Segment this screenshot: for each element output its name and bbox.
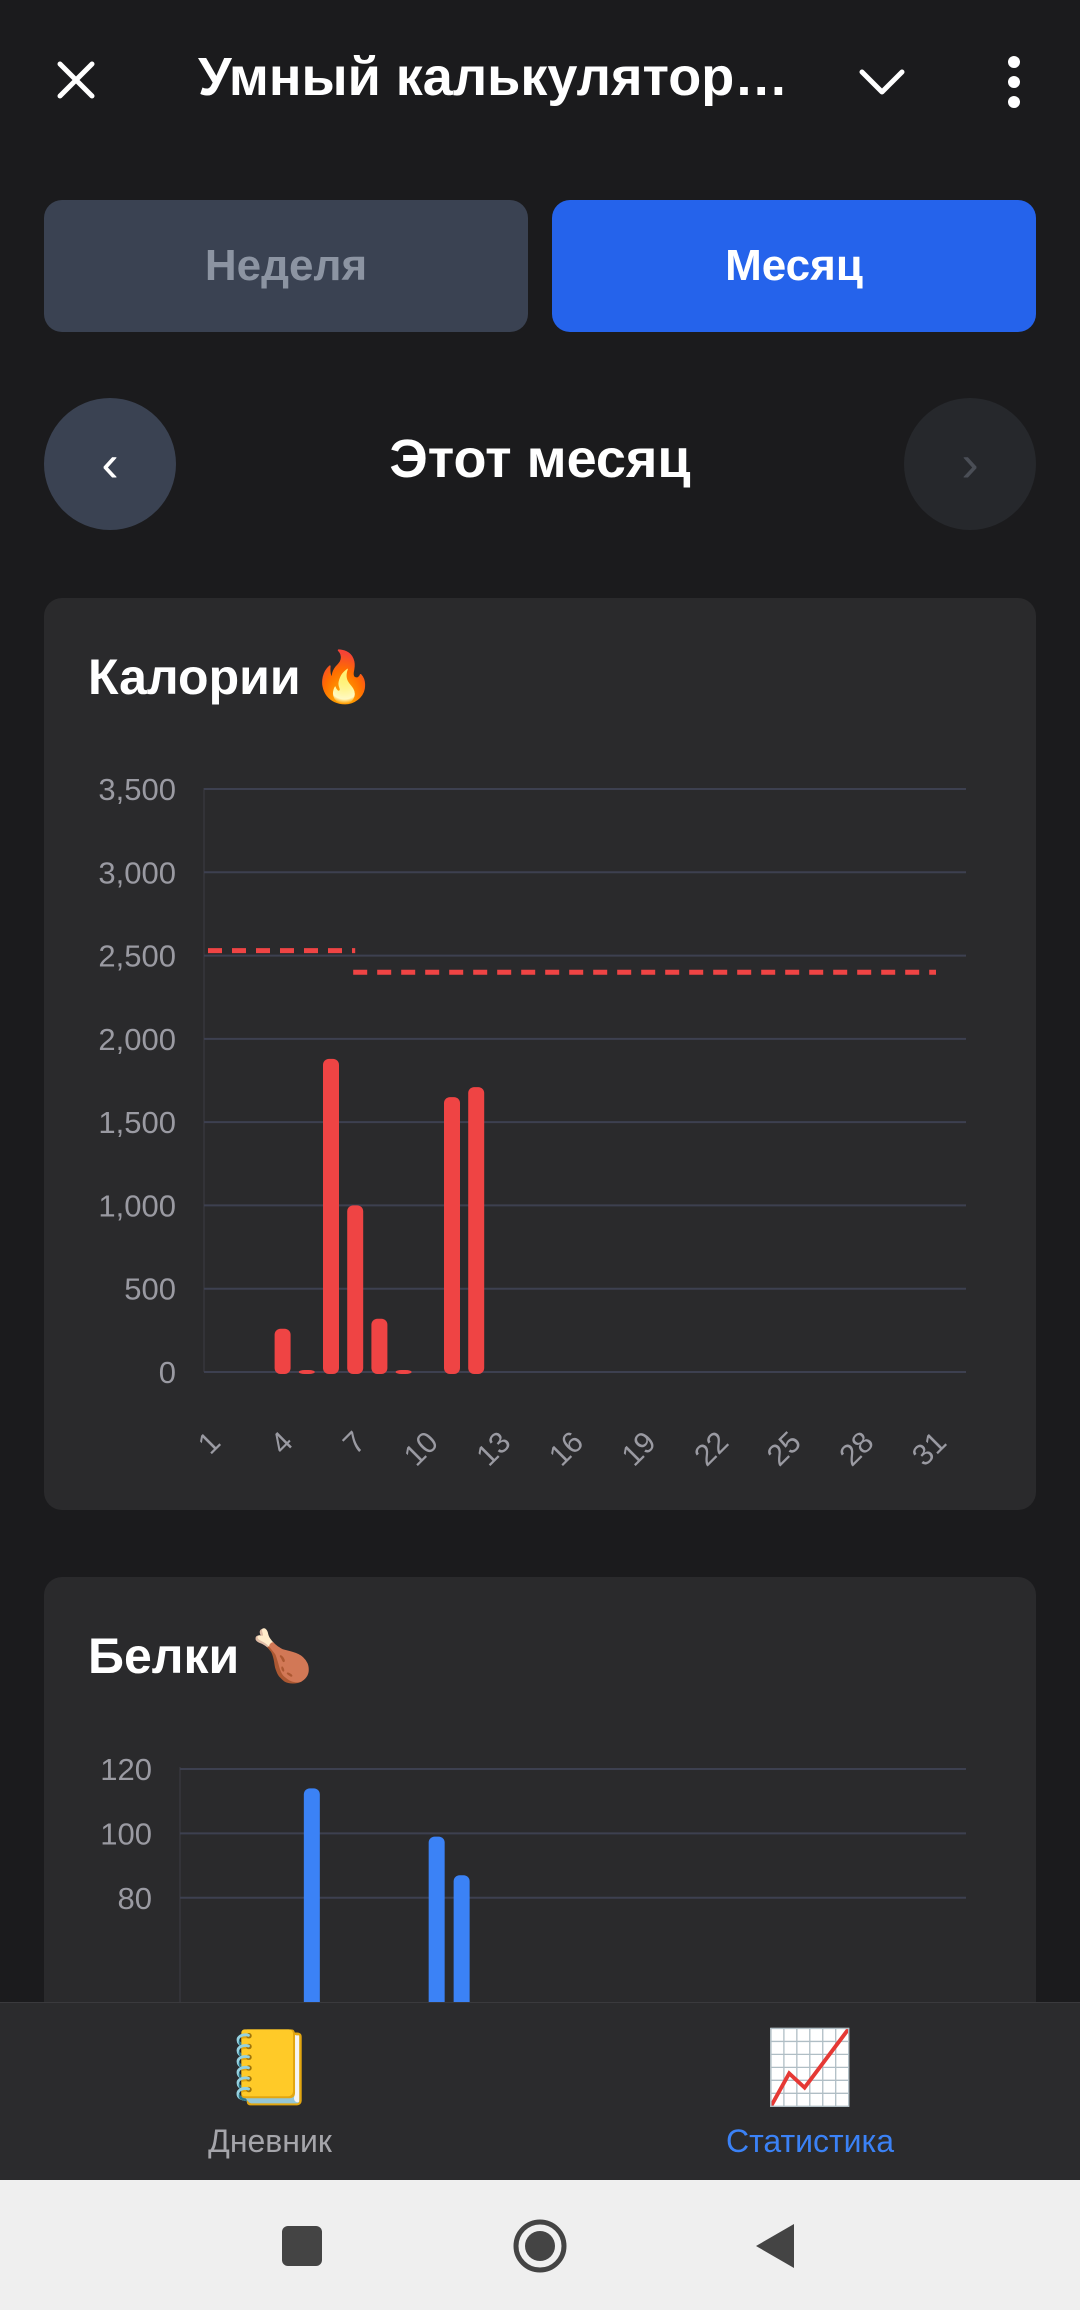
x-tick-label: 13 [470, 1426, 517, 1473]
y-tick-label: 120 [100, 1752, 152, 1787]
more-vertical-icon [1008, 56, 1020, 108]
app-title: Умный калькулятор… [198, 47, 789, 107]
y-tick-label: 3,500 [98, 772, 176, 807]
recents-button[interactable] [270, 2214, 334, 2278]
y-tick-label: 500 [124, 1272, 176, 1307]
bottom-navigation: 📒 Дневник 📈 Статистика [0, 2002, 1080, 2181]
x-tick-label: 10 [398, 1426, 445, 1473]
x-tick-label: 31 [906, 1426, 953, 1473]
tab-month[interactable]: Месяц [552, 200, 1036, 332]
notebook-icon: 📒 [225, 2028, 315, 2108]
y-tick-label: 1,500 [98, 1105, 176, 1140]
x-tick-label: 28 [833, 1426, 880, 1473]
triangle-back-icon [756, 2224, 794, 2268]
bar [298, 1370, 315, 1374]
protein-card: Белки 🍗 80 100 120 [44, 1577, 1036, 2037]
bar [323, 1058, 339, 1374]
x-tick-label: 25 [761, 1426, 808, 1473]
x-tick-label: 4 [264, 1426, 299, 1461]
x-tick-label: 22 [688, 1426, 735, 1473]
close-icon [57, 61, 95, 99]
period-label: Этот месяц [389, 429, 691, 489]
period-toggle: Неделя Месяц [44, 200, 1036, 332]
y-tick-label: 2,500 [98, 939, 176, 974]
x-tick-label: 19 [616, 1426, 663, 1473]
bar [444, 1097, 460, 1374]
more-options-button[interactable] [994, 50, 1034, 114]
chevron-down-icon [859, 69, 905, 95]
y-tick-label: 80 [118, 1881, 152, 1916]
y-tick-label: 0 [159, 1355, 176, 1390]
x-tick-label: 16 [543, 1426, 590, 1473]
x-tick-label: 1 [192, 1426, 227, 1461]
chart-increasing-icon: 📈 [765, 2028, 855, 2108]
top-app-bar: Умный калькулятор… [0, 0, 1080, 160]
nav-item-statistics[interactable]: 📈 Статистика [540, 2003, 1080, 2181]
bar [347, 1205, 364, 1374]
back-button[interactable] [744, 2214, 808, 2278]
protein-chart: 80 100 120 [100, 1752, 966, 2037]
calories-card: Калории 🔥 0 500 1,000 1,500 2,000 2,500 3,000 3,… [44, 598, 1036, 1510]
chevron-right-icon: › [961, 435, 979, 493]
nav-item-diary-label: Дневник [208, 2123, 332, 2159]
close-button[interactable] [44, 48, 108, 112]
bar [303, 1788, 320, 2037]
calories-chart: 0 500 1,000 1,500 2,000 2,500 3,000 3,500 1 4 7 10 1… [98, 772, 966, 1473]
bar [468, 1087, 485, 1374]
nav-item-statistics-label: Статистика [725, 2123, 895, 2159]
next-period-button[interactable]: › [904, 398, 1036, 530]
chevron-left-icon: ‹ [101, 435, 119, 493]
bar [371, 1318, 388, 1374]
tab-week[interactable]: Неделя [44, 200, 528, 332]
title-dropdown-button[interactable] [852, 52, 912, 112]
y-tick-label: 1,000 [98, 1188, 176, 1223]
circle-home-icon [513, 2219, 567, 2273]
bar [395, 1370, 412, 1374]
y-tick-label: 2,000 [98, 1022, 176, 1057]
y-tick-label: 100 [100, 1816, 152, 1851]
home-button[interactable] [508, 2214, 572, 2278]
nav-item-diary[interactable]: 📒 Дневник [0, 2003, 540, 2181]
period-navigator: ‹ Этот месяц › [44, 398, 1036, 532]
bar [274, 1328, 291, 1374]
x-tick-label: 7 [337, 1426, 372, 1461]
square-icon [282, 2226, 322, 2266]
previous-period-button[interactable]: ‹ [44, 398, 176, 530]
y-tick-label: 3,000 [98, 855, 176, 890]
system-navigation-bar [0, 2180, 1080, 2310]
